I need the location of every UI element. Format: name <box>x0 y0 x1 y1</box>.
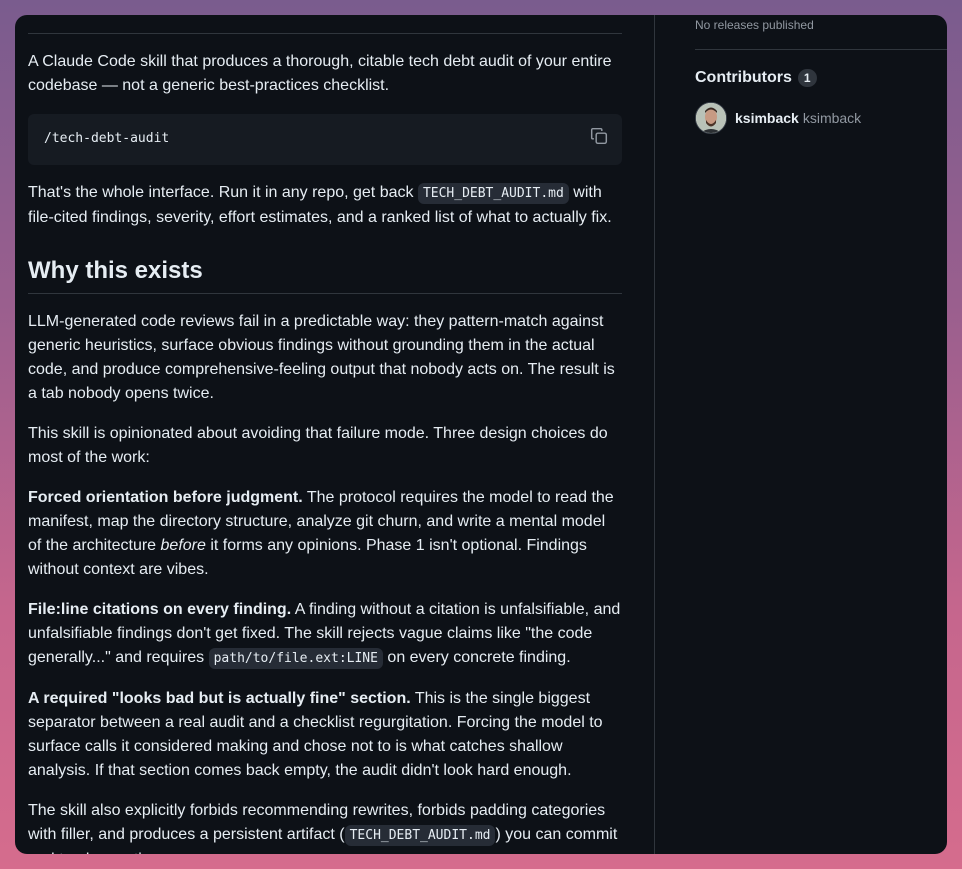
contributors-heading[interactable]: Contributors 1 <box>695 69 817 87</box>
why-heading: Why this exists <box>28 256 622 294</box>
section-divider <box>28 33 622 34</box>
citation-format-code: path/to/file.ext:LINE <box>208 648 383 669</box>
command-code-block: /tech-debt-audit <box>28 114 622 165</box>
design-choice-1: Forced orientation before judgment. The … <box>28 486 622 582</box>
readme-content: A Claude Code skill that produces a thor… <box>28 15 622 854</box>
contributors-title[interactable]: Contributors <box>695 69 792 87</box>
choice-3-title: A required "looks bad but is actually fi… <box>28 690 411 707</box>
interface-text-before: That's the whole interface. Run it in an… <box>28 184 418 201</box>
choice-2-text-b: on every concrete finding. <box>382 649 571 666</box>
avatar[interactable] <box>695 102 727 134</box>
design-choice-2: File:line citations on every finding. A … <box>28 598 622 671</box>
contributor-item[interactable]: ksimback ksimback <box>695 102 861 134</box>
why-paragraph-1: LLM-generated code reviews fail in a pre… <box>28 313 615 402</box>
artifact-filename-code: TECH_DEBT_AUDIT.md <box>344 825 496 846</box>
github-repo-window: A Claude Code skill that produces a thor… <box>15 15 947 854</box>
why-paragraph-2: This skill is opinionated about avoiding… <box>28 425 608 466</box>
copy-icon[interactable] <box>590 127 608 145</box>
choice-1-emphasis: before <box>160 537 206 554</box>
audit-filename-code: TECH_DEBT_AUDIT.md <box>417 183 569 204</box>
contributor-login[interactable]: ksimback <box>735 110 799 126</box>
contributors-count-badge: 1 <box>797 69 817 87</box>
interface-paragraph: That's the whole interface. Run it in an… <box>28 181 622 230</box>
repo-sidebar: No releases published Contributors 1 ksi… <box>695 15 947 854</box>
layout-divider <box>654 15 655 854</box>
contributor-name: ksimback <box>802 110 862 126</box>
intro-paragraph: A Claude Code skill that produces a thor… <box>28 53 612 94</box>
choice-1-title: Forced orientation before judgment. <box>28 489 303 506</box>
sidebar-divider <box>695 49 947 50</box>
choice-2-title: File:line citations on every finding. <box>28 601 292 618</box>
command-code[interactable]: /tech-debt-audit <box>44 131 169 146</box>
design-choice-3: A required "looks bad but is actually fi… <box>28 687 622 783</box>
final-paragraph: The skill also explicitly forbids recomm… <box>28 799 622 854</box>
releases-status: No releases published <box>695 18 814 32</box>
